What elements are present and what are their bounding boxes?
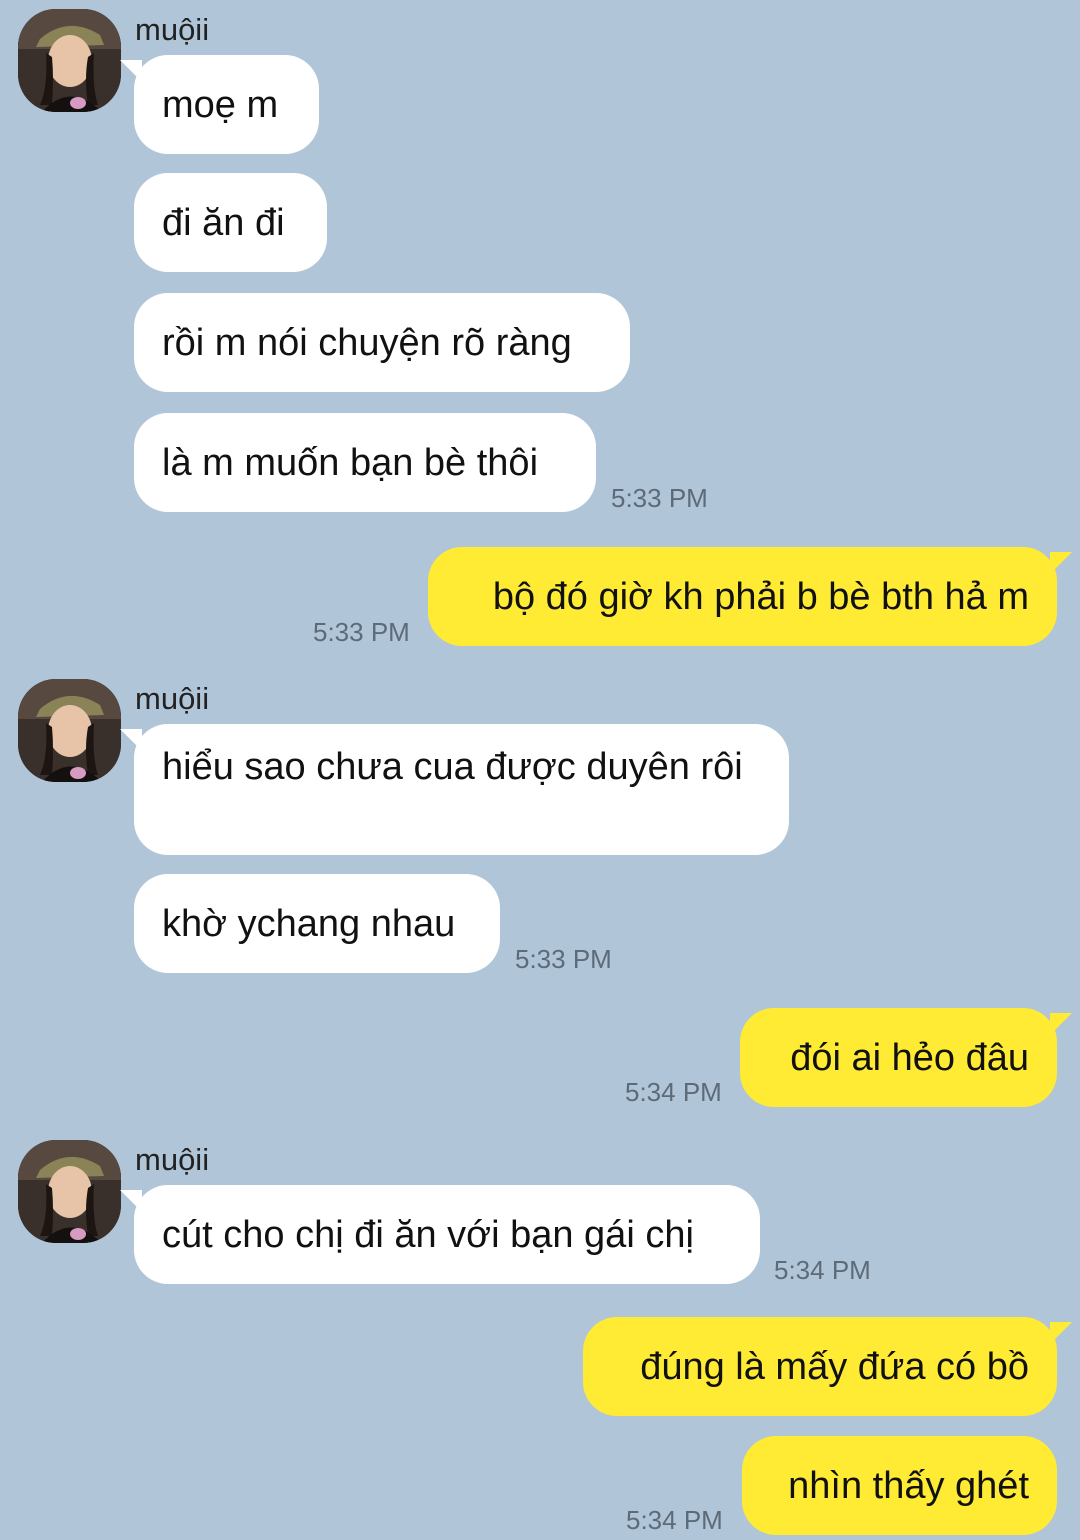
message-timestamp: 5:33 PM	[611, 483, 708, 513]
message-bubble-incoming[interactable]: là m muốn bạn bè thôi	[134, 413, 596, 512]
contact-avatar[interactable]	[18, 679, 121, 782]
contact-avatar[interactable]	[18, 1140, 121, 1243]
message-bubble-outgoing[interactable]: đúng là mấy đứa có bồ	[583, 1317, 1057, 1416]
avatar-photo-icon	[18, 679, 121, 782]
message-bubble-outgoing[interactable]: nhìn thấy ghét	[742, 1436, 1057, 1535]
sender-name: muộii	[135, 12, 210, 47]
message-bubble-incoming[interactable]: đi ăn đi	[134, 173, 327, 272]
contact-avatar[interactable]	[18, 9, 121, 112]
avatar-photo-icon	[18, 9, 121, 112]
bubble-tail	[1050, 1322, 1072, 1344]
message-bubble-incoming[interactable]: rồi m nói chuyện rõ ràng	[134, 293, 630, 392]
message-bubble-incoming[interactable]: khờ ychang nhau	[134, 874, 500, 973]
bubble-tail	[1050, 1013, 1072, 1035]
sender-name: muộii	[135, 1142, 210, 1177]
message-timestamp: 5:33 PM	[313, 617, 410, 647]
message-bubble-outgoing[interactable]: bộ đó giờ kh phải b bè bth hả m	[428, 547, 1057, 646]
message-bubble-incoming[interactable]: moẹ m	[134, 55, 319, 154]
message-timestamp: 5:34 PM	[626, 1505, 723, 1535]
message-bubble-incoming[interactable]: cút cho chị đi ăn với bạn gái chị	[134, 1185, 760, 1284]
sender-name: muộii	[135, 681, 210, 716]
message-bubble-outgoing[interactable]: đói ai hẻo đâu	[740, 1008, 1057, 1107]
message-bubble-incoming[interactable]: hiểu sao chưa cua được duyên rôi	[134, 724, 789, 855]
message-timestamp: 5:34 PM	[625, 1077, 722, 1107]
bubble-tail	[1050, 552, 1072, 574]
message-timestamp: 5:34 PM	[774, 1255, 871, 1285]
message-timestamp: 5:33 PM	[515, 944, 612, 974]
avatar-photo-icon	[18, 1140, 121, 1243]
